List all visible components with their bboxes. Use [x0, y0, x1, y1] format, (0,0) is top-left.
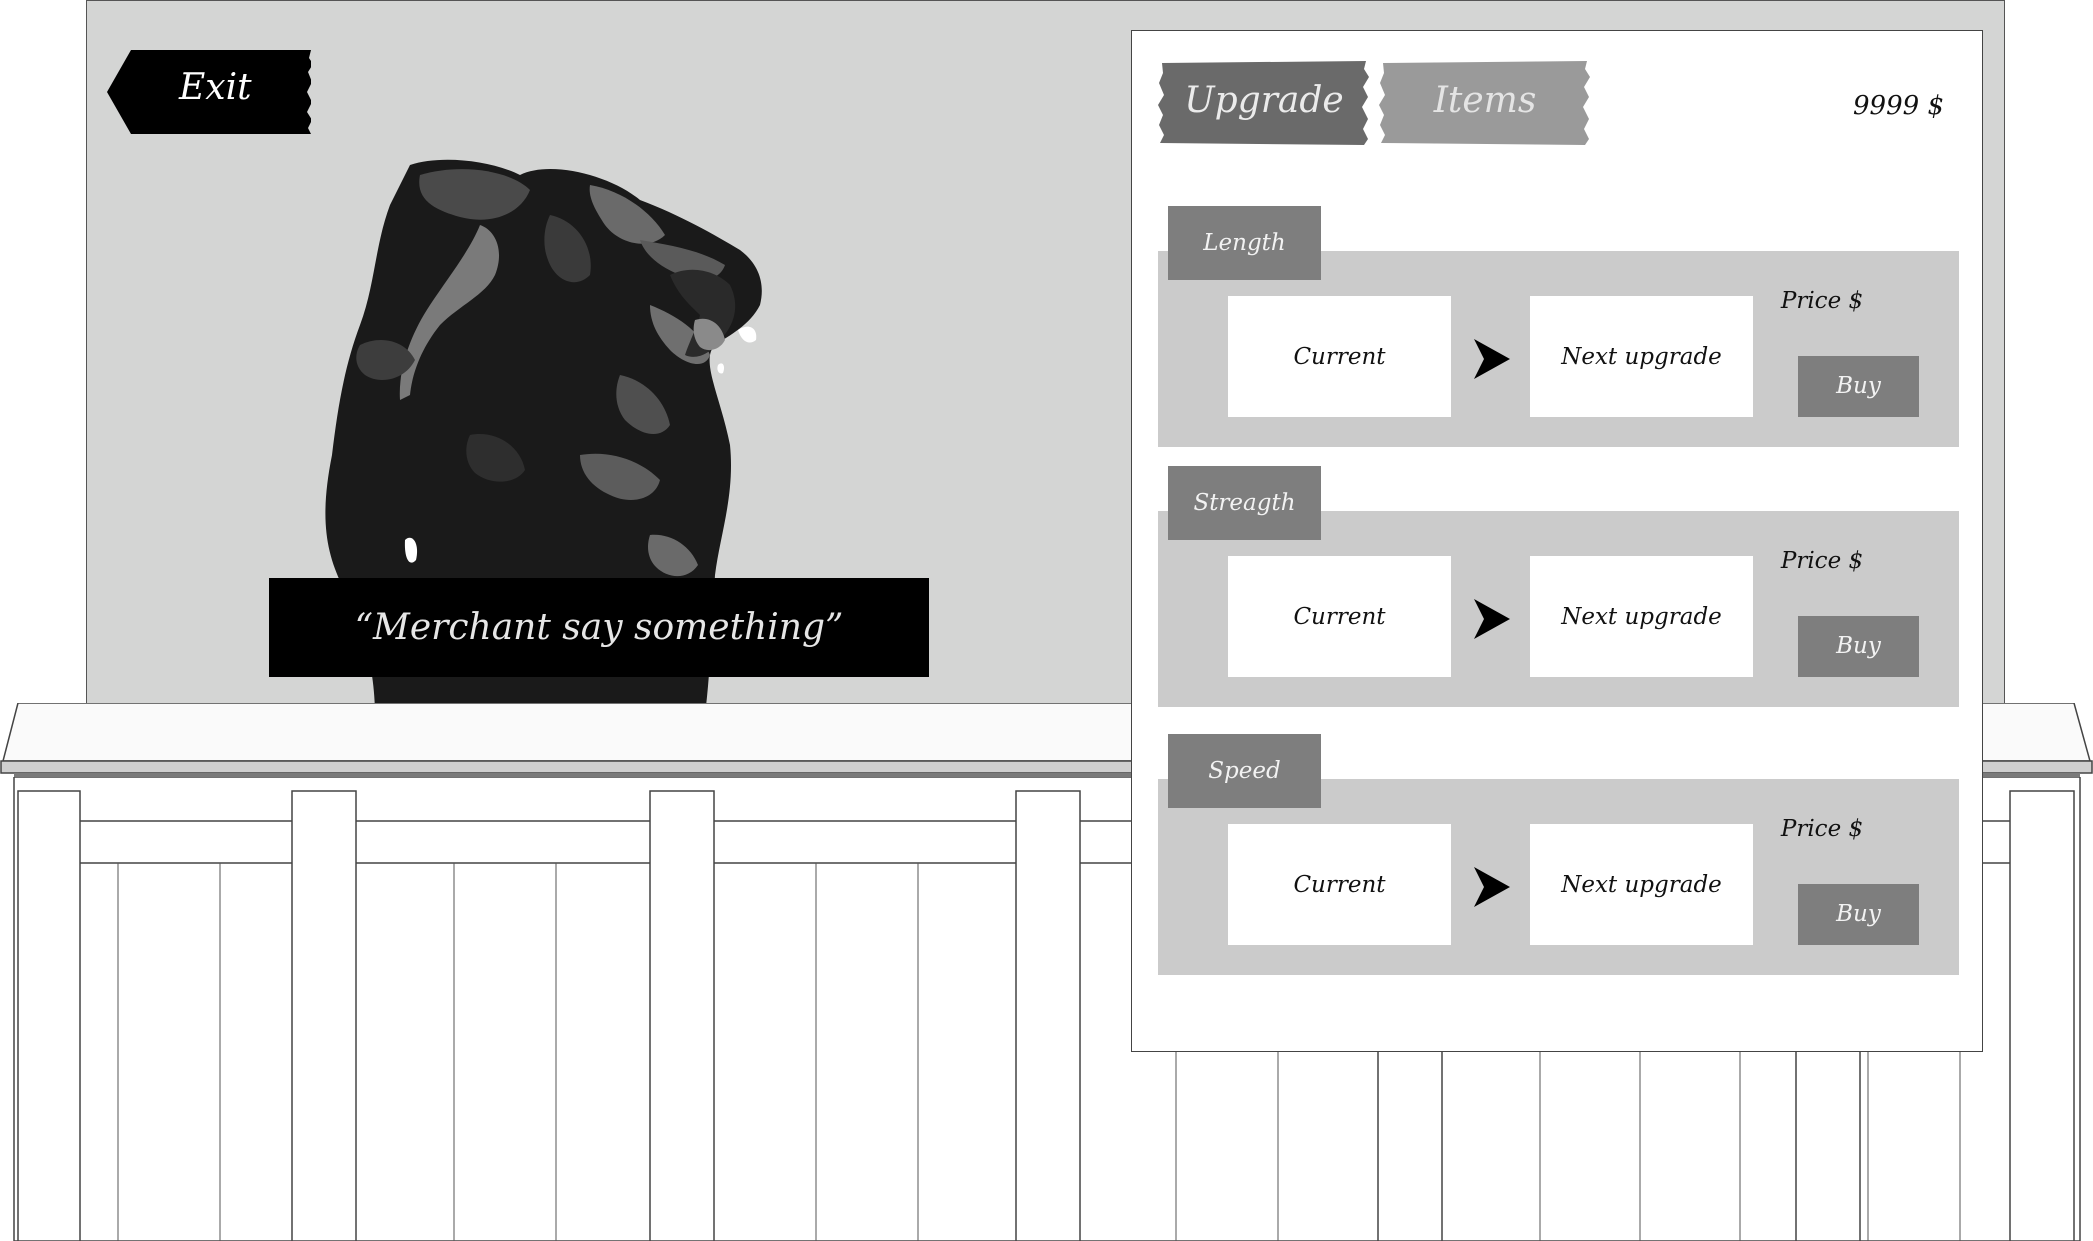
merchant-dialogue-text: “Merchant say something” [354, 607, 844, 648]
tab-upgrade[interactable]: Upgrade [1158, 61, 1370, 145]
current-stat-box: Current [1228, 296, 1451, 417]
price-label: Price $ [1780, 816, 1864, 842]
current-stat-box: Current [1228, 556, 1451, 677]
upgrade-name-label: Streagth [1168, 466, 1321, 540]
current-stat-box: Current [1228, 824, 1451, 945]
tab-items-label: Items [1433, 80, 1537, 121]
arrow-right-icon [1474, 867, 1510, 907]
arrow-right-icon [1474, 599, 1510, 639]
next-upgrade-box: Next upgrade [1530, 296, 1753, 417]
next-upgrade-box: Next upgrade [1530, 824, 1753, 945]
upgrade-section-speed: Speed Current Next upgrade Price $ Buy [1158, 734, 1959, 978]
tab-items[interactable]: Items [1379, 61, 1591, 145]
exit-label: Exit [179, 67, 252, 108]
arrow-right-icon [1474, 339, 1510, 379]
upgrade-name-label: Length [1168, 206, 1321, 280]
tab-upgrade-label: Upgrade [1184, 80, 1344, 121]
next-upgrade-box: Next upgrade [1530, 556, 1753, 677]
money-display: 9999 $ [1853, 91, 1944, 121]
upgrade-section-strength: Streagth Current Next upgrade Price $ Bu… [1158, 466, 1959, 710]
upgrade-name-label: Speed [1168, 734, 1321, 808]
upgrade-section-length: Length Current Next upgrade Price $ Buy [1158, 206, 1959, 450]
merchant-dialogue-box: “Merchant say something” [269, 578, 929, 677]
buy-button-length[interactable]: Buy [1798, 356, 1919, 417]
buy-button-strength[interactable]: Buy [1798, 616, 1919, 677]
price-label: Price $ [1780, 548, 1864, 574]
buy-button-speed[interactable]: Buy [1798, 884, 1919, 945]
shop-panel: Upgrade Items 9999 $ Length Current Next… [1131, 30, 1983, 1052]
exit-button[interactable]: Exit [107, 50, 311, 134]
price-label: Price $ [1780, 288, 1864, 314]
